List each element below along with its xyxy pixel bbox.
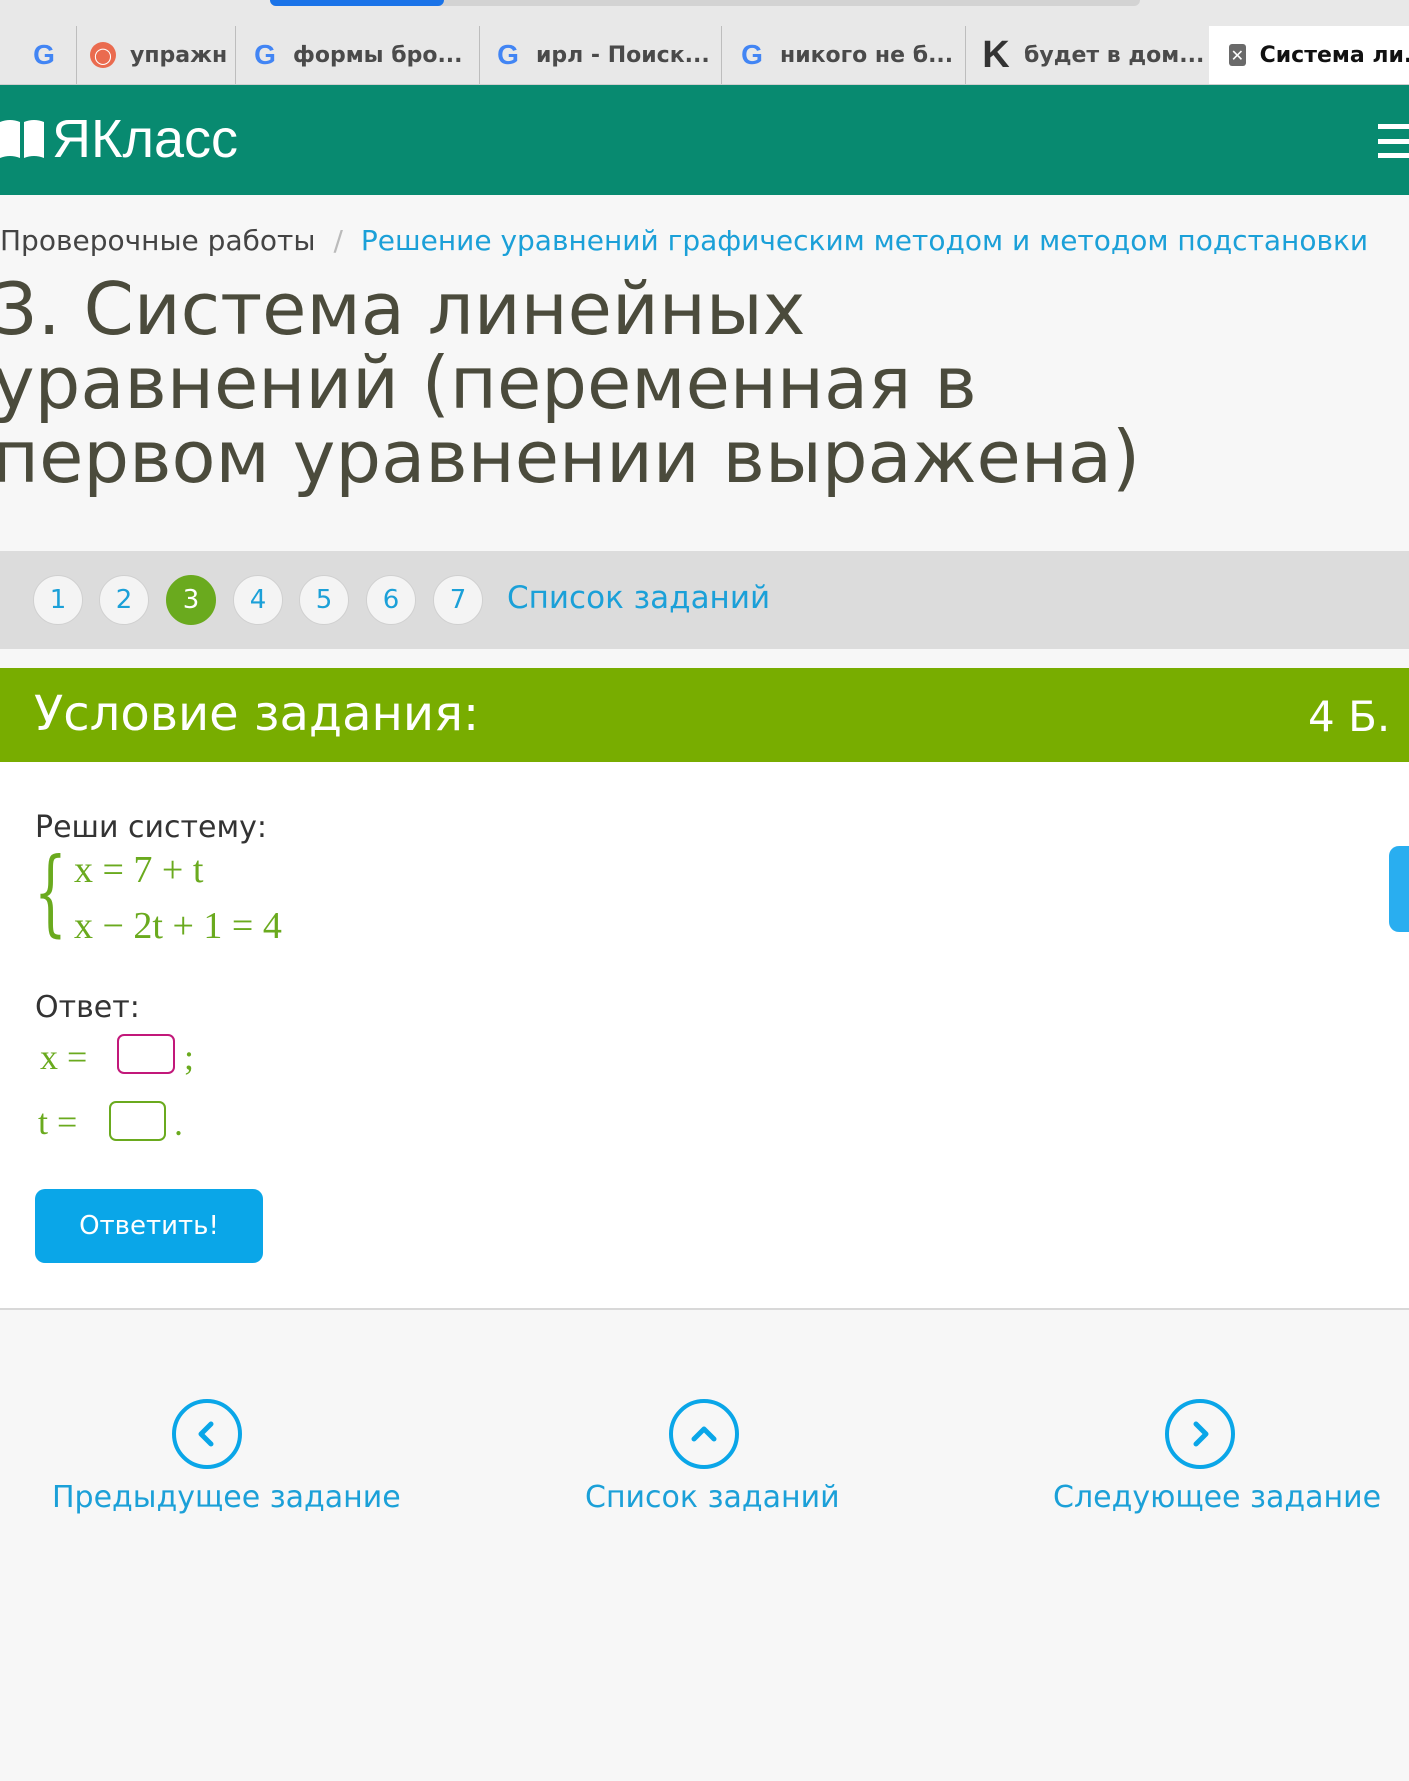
side-feedback-tab[interactable] — [1389, 846, 1409, 932]
browser-tab-active[interactable]: ✕ Система ли... — [1209, 26, 1409, 84]
next-task-icon[interactable] — [1165, 1399, 1235, 1469]
task-list-bottom-link[interactable]: Список заданий — [585, 1480, 840, 1515]
browser-tab-1[interactable]: G — [12, 26, 76, 84]
task-number-6[interactable]: 6 — [366, 575, 416, 625]
breadcrumb-current[interactable]: Решение уравнений графическим методом и … — [361, 224, 1368, 257]
condition-heading: Условие задания: — [34, 686, 480, 742]
x-punctuation: ; — [184, 1037, 195, 1077]
points-badge: 4 Б. — [1308, 692, 1391, 741]
task-number-4[interactable]: 4 — [233, 575, 283, 625]
breadcrumb-parent[interactable]: Проверочные работы — [0, 224, 315, 257]
tab-title: Система ли... — [1259, 42, 1409, 68]
tab-divider — [479, 26, 480, 84]
task-number-3-active[interactable]: 3 — [166, 575, 216, 625]
browser-tab-4[interactable]: G ирл - Поиск... — [494, 26, 718, 84]
task-number-5[interactable]: 5 — [299, 575, 349, 625]
answer-label: Ответ: — [35, 990, 140, 1025]
tab-divider — [721, 26, 722, 84]
task-number-1[interactable]: 1 — [33, 575, 83, 625]
book-icon — [0, 120, 44, 158]
tab-title: ирл - Поиск... — [536, 42, 710, 68]
tab-title: формы бро... — [293, 42, 463, 68]
browser-tab-2[interactable]: ◯ упражн — [90, 26, 234, 84]
site-logo[interactable]: ЯКласс — [0, 108, 238, 170]
t-answer-input[interactable] — [109, 1101, 166, 1141]
basketball-icon: ◯ — [90, 42, 116, 68]
tab-divider — [965, 26, 966, 84]
browser-tab-6[interactable]: K будет в дом... — [982, 26, 1206, 84]
tab-title: упражн — [130, 42, 228, 68]
logo-text: ЯКласс — [52, 109, 238, 169]
tab-divider — [76, 26, 77, 84]
google-icon: G — [741, 39, 763, 70]
tab-title: будет в дом... — [1024, 42, 1205, 68]
next-task-link[interactable]: Следующее задание — [1053, 1480, 1381, 1515]
breadcrumb-separator: / — [333, 224, 343, 257]
task-number-7[interactable]: 7 — [433, 575, 483, 625]
previous-task-icon[interactable] — [172, 1399, 242, 1469]
task-list-up-icon[interactable] — [669, 1399, 739, 1469]
browser-tab-3[interactable]: G формы бро... — [251, 26, 475, 84]
close-icon[interactable]: ✕ — [1229, 44, 1246, 66]
page-load-progress — [270, 0, 444, 6]
x-answer-input[interactable] — [117, 1034, 175, 1074]
page-title: 3. Система линейных уравнений (переменна… — [0, 267, 1141, 499]
task-prompt: Реши систему: — [35, 810, 267, 845]
task-list-link[interactable]: Список заданий — [507, 580, 770, 616]
equation-1: x = 7 + t — [74, 849, 204, 891]
k-icon: K — [982, 33, 1010, 76]
t-punctuation: . — [174, 1103, 183, 1143]
x-label: x = — [40, 1037, 88, 1077]
google-icon: G — [497, 39, 519, 70]
t-label: t = — [38, 1102, 78, 1142]
equation-2: x − 2t + 1 = 4 — [74, 905, 282, 947]
task-number-2[interactable]: 2 — [99, 575, 149, 625]
submit-answer-button[interactable]: Ответить! — [35, 1189, 263, 1263]
previous-task-link[interactable]: Предыдущее задание — [52, 1480, 401, 1515]
google-icon: G — [33, 39, 55, 70]
browser-tab-5[interactable]: G никого не б... — [738, 26, 962, 84]
tab-divider — [235, 26, 236, 84]
breadcrumb: Проверочные работы / Решение уравнений гра… — [0, 224, 1368, 257]
tab-title: никого не б... — [780, 42, 954, 68]
google-icon: G — [254, 39, 276, 70]
menu-icon[interactable] — [1378, 124, 1409, 158]
system-brace: { — [34, 838, 67, 947]
